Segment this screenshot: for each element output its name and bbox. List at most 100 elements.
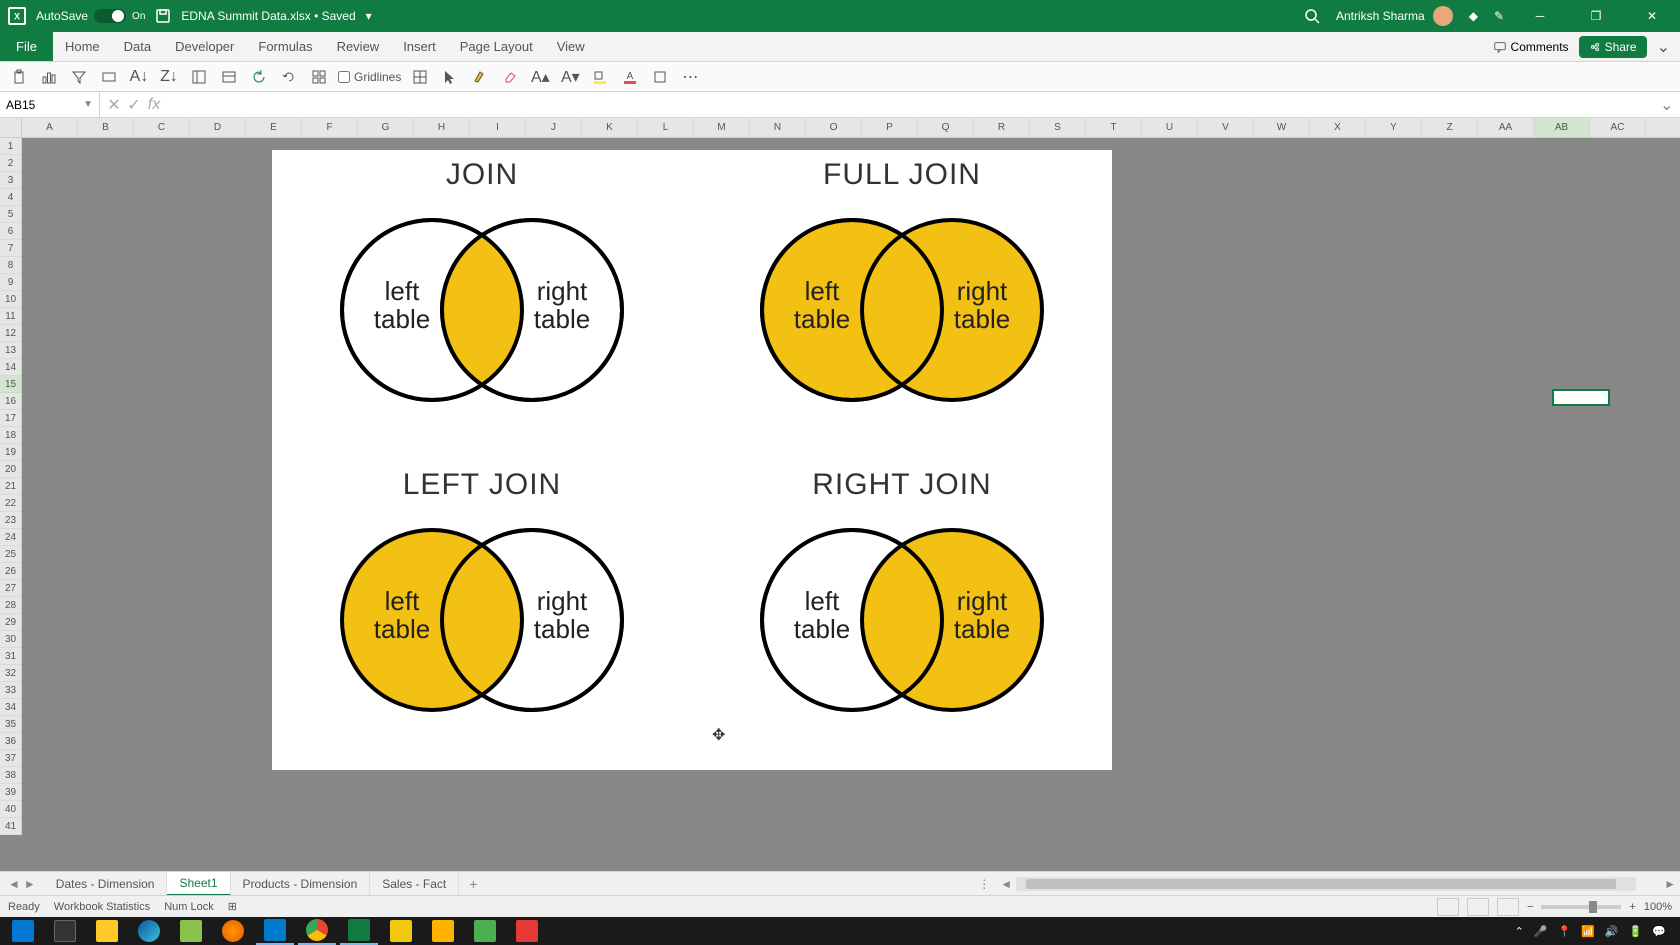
- column-header[interactable]: Y: [1366, 118, 1422, 137]
- gridlines-checkbox[interactable]: Gridlines: [338, 70, 401, 84]
- ribbon-tab-data[interactable]: Data: [112, 32, 163, 61]
- ribbon-tab-home[interactable]: Home: [53, 32, 112, 61]
- row-header[interactable]: 6: [0, 223, 21, 240]
- autosave-toggle[interactable]: AutoSave On: [36, 9, 145, 23]
- selected-cell[interactable]: [1552, 389, 1610, 406]
- row-header[interactable]: 18: [0, 427, 21, 444]
- column-header[interactable]: P: [862, 118, 918, 137]
- tray-notifications-icon[interactable]: 💬: [1652, 925, 1666, 938]
- normal-view-button[interactable]: [1437, 898, 1459, 916]
- refresh-icon[interactable]: [248, 66, 270, 88]
- pen-icon[interactable]: ✎: [1494, 9, 1504, 23]
- ribbon-options-icon[interactable]: ⌄: [1657, 37, 1670, 57]
- taskbar-chrome[interactable]: [298, 917, 336, 945]
- column-header[interactable]: F: [302, 118, 358, 137]
- row-header[interactable]: 25: [0, 546, 21, 563]
- tray-mic-icon[interactable]: 🎤: [1534, 925, 1548, 938]
- zoom-level[interactable]: 100%: [1644, 901, 1672, 913]
- column-header[interactable]: Q: [918, 118, 974, 137]
- status-workbook-stats[interactable]: Workbook Statistics: [54, 901, 150, 913]
- cancel-formula-icon[interactable]: ✕: [106, 95, 122, 115]
- row-header[interactable]: 22: [0, 495, 21, 512]
- row-header[interactable]: 27: [0, 580, 21, 597]
- diamond-icon[interactable]: ◆: [1469, 9, 1478, 23]
- taskbar-vscode[interactable]: [256, 917, 294, 945]
- pivot-icon[interactable]: [409, 66, 431, 88]
- row-header[interactable]: 8: [0, 257, 21, 274]
- row-header[interactable]: 1: [0, 138, 21, 155]
- column-header[interactable]: Z: [1422, 118, 1478, 137]
- table-icon[interactable]: [218, 66, 240, 88]
- search-icon[interactable]: [1304, 8, 1320, 24]
- row-header[interactable]: 40: [0, 801, 21, 818]
- column-header[interactable]: AC: [1590, 118, 1646, 137]
- close-button[interactable]: ✕: [1632, 0, 1672, 32]
- save-icon[interactable]: [155, 8, 171, 24]
- start-button[interactable]: [4, 917, 42, 945]
- font-color-icon[interactable]: A: [619, 66, 641, 88]
- ribbon-tab-developer[interactable]: Developer: [163, 32, 246, 61]
- zoom-in-button[interactable]: +: [1629, 901, 1635, 913]
- row-header[interactable]: 26: [0, 563, 21, 580]
- row-header[interactable]: 36: [0, 733, 21, 750]
- tray-wifi-icon[interactable]: 📶: [1581, 925, 1595, 938]
- row-header[interactable]: 19: [0, 444, 21, 461]
- accessibility-icon[interactable]: ⊞: [228, 900, 237, 913]
- column-header[interactable]: V: [1198, 118, 1254, 137]
- taskbar-notepad[interactable]: [172, 917, 210, 945]
- row-header[interactable]: 16: [0, 393, 21, 410]
- column-header[interactable]: C: [134, 118, 190, 137]
- column-header[interactable]: L: [638, 118, 694, 137]
- zoom-out-button[interactable]: −: [1527, 901, 1533, 913]
- taskbar-edge[interactable]: [130, 917, 168, 945]
- freeze-icon[interactable]: [188, 66, 210, 88]
- fill-color-icon[interactable]: [589, 66, 611, 88]
- spreadsheet-grid[interactable]: 1234567891011121314151617181920212223242…: [0, 118, 1680, 871]
- row-header[interactable]: 17: [0, 410, 21, 427]
- row-header[interactable]: 30: [0, 631, 21, 648]
- tab-split-icon[interactable]: ⋮: [972, 877, 996, 891]
- name-box[interactable]: ▼: [0, 92, 100, 117]
- column-header[interactable]: M: [694, 118, 750, 137]
- column-header[interactable]: AA: [1478, 118, 1534, 137]
- column-header[interactable]: G: [358, 118, 414, 137]
- row-header[interactable]: 13: [0, 342, 21, 359]
- formula-input[interactable]: [168, 92, 1660, 117]
- row-header[interactable]: 31: [0, 648, 21, 665]
- font-increase-icon[interactable]: A▴: [529, 66, 551, 88]
- expand-formula-bar-icon[interactable]: ⌄: [1660, 95, 1680, 115]
- column-header[interactable]: S: [1030, 118, 1086, 137]
- column-header[interactable]: W: [1254, 118, 1310, 137]
- taskbar-app2[interactable]: [466, 917, 504, 945]
- column-header[interactable]: B: [78, 118, 134, 137]
- row-header[interactable]: 12: [0, 325, 21, 342]
- horizontal-scrollbar[interactable]: [1016, 877, 1636, 891]
- row-header[interactable]: 3: [0, 172, 21, 189]
- select-all-corner[interactable]: [0, 118, 22, 138]
- cell-reference-input[interactable]: [6, 98, 66, 112]
- row-header[interactable]: 35: [0, 716, 21, 733]
- accept-formula-icon[interactable]: ✓: [126, 95, 142, 115]
- column-header[interactable]: J: [526, 118, 582, 137]
- column-header[interactable]: I: [470, 118, 526, 137]
- sheet-nav-next-icon[interactable]: ►: [24, 877, 36, 891]
- hscroll-left-icon[interactable]: ◄: [996, 877, 1016, 891]
- sheet-tab[interactable]: Sales - Fact: [370, 872, 459, 896]
- ribbon-tab-insert[interactable]: Insert: [391, 32, 448, 61]
- column-header[interactable]: AB: [1534, 118, 1590, 137]
- row-header[interactable]: 20: [0, 461, 21, 478]
- sheet-tab[interactable]: Products - Dimension: [231, 872, 371, 896]
- undo-icon[interactable]: [278, 66, 300, 88]
- row-header[interactable]: 10: [0, 291, 21, 308]
- user-account[interactable]: Antriksh Sharma: [1336, 6, 1453, 26]
- column-header[interactable]: D: [190, 118, 246, 137]
- taskbar-explorer[interactable]: [88, 917, 126, 945]
- name-box-chevron-icon[interactable]: ▼: [83, 99, 93, 110]
- borders-icon[interactable]: [649, 66, 671, 88]
- ribbon-tab-view[interactable]: View: [545, 32, 597, 61]
- column-header[interactable]: X: [1310, 118, 1366, 137]
- row-header[interactable]: 21: [0, 478, 21, 495]
- sheet-tab[interactable]: Dates - Dimension: [44, 872, 168, 896]
- column-header[interactable]: T: [1086, 118, 1142, 137]
- dropdown-chevron-icon[interactable]: ▾: [366, 9, 372, 23]
